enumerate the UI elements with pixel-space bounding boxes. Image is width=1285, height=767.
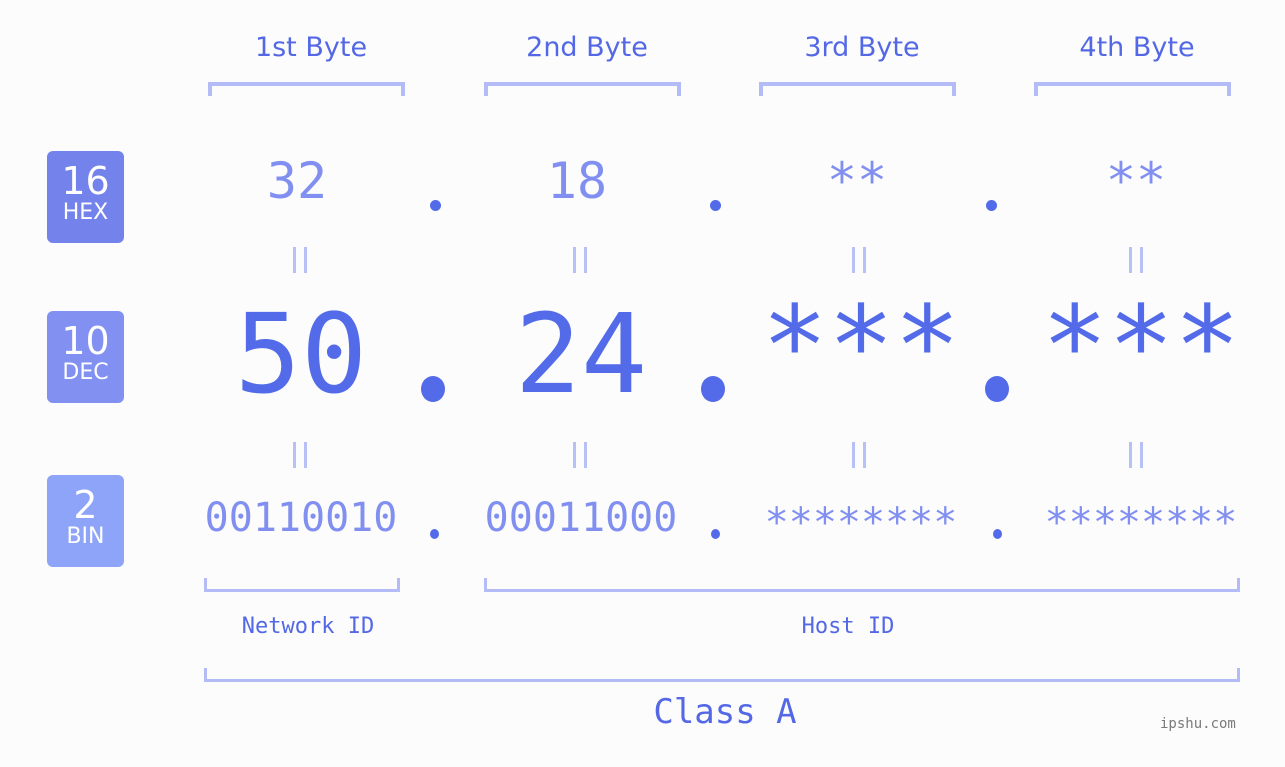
byte-bracket-1: [208, 82, 405, 96]
network-id-label: Network ID: [241, 614, 375, 639]
hex-separator-3: [986, 200, 997, 211]
equals-icon: [573, 442, 587, 468]
bin-byte-1: 00110010: [204, 495, 398, 541]
dec-byte-2: 24: [514, 290, 648, 418]
bin-byte-2: 00011000: [484, 495, 678, 541]
bin-separator-3: [993, 529, 1002, 539]
dec-byte-3: ***: [761, 282, 961, 410]
dec-badge: 10 DEC: [47, 311, 124, 403]
dec-separator-1: [421, 376, 445, 402]
equals-icon: [293, 442, 307, 468]
byte-bracket-3: [759, 82, 956, 96]
network-id-bracket: [204, 578, 400, 592]
hex-badge: 16 HEX: [47, 151, 124, 243]
dec-label: DEC: [62, 360, 109, 385]
equals-icon: [1129, 442, 1143, 468]
byte-header-3: 3rd Byte: [804, 32, 920, 63]
hex-separator-2: [710, 200, 721, 211]
dec-byte-1: 50: [234, 290, 368, 418]
hex-label: HEX: [62, 200, 109, 225]
hex-separator-1: [430, 200, 441, 211]
equals-icon: [852, 442, 866, 468]
watermark: ipshu.com: [1160, 716, 1236, 732]
host-id-bracket: [484, 578, 1240, 592]
hex-byte-3: **: [826, 152, 888, 210]
byte-header-4: 4th Byte: [1079, 32, 1195, 63]
bin-byte-3: ********: [764, 500, 958, 546]
dec-base: 10: [61, 319, 110, 363]
bin-byte-4: ********: [1044, 500, 1238, 546]
byte-bracket-4: [1034, 82, 1231, 96]
equals-icon: [573, 247, 587, 273]
bin-separator-1: [430, 529, 439, 539]
hex-byte-2: 18: [546, 152, 608, 210]
hex-byte-4: **: [1105, 152, 1167, 210]
bin-badge: 2 BIN: [47, 475, 124, 567]
hex-base: 16: [61, 159, 110, 203]
ip-class-label: Class A: [653, 692, 797, 732]
host-id-label: Host ID: [801, 614, 895, 639]
equals-icon: [852, 247, 866, 273]
dec-separator-3: [985, 376, 1009, 402]
class-bracket: [204, 668, 1240, 682]
hex-byte-1: 32: [266, 152, 328, 210]
dec-separator-2: [701, 376, 725, 402]
bin-separator-2: [711, 529, 720, 539]
byte-header-1: 1st Byte: [254, 32, 368, 63]
equals-icon: [1129, 247, 1143, 273]
bin-label: BIN: [66, 524, 105, 549]
dec-byte-4: ***: [1041, 282, 1241, 410]
bin-base: 2: [73, 483, 98, 527]
equals-icon: [293, 247, 307, 273]
byte-header-2: 2nd Byte: [526, 32, 648, 63]
byte-bracket-2: [484, 82, 681, 96]
